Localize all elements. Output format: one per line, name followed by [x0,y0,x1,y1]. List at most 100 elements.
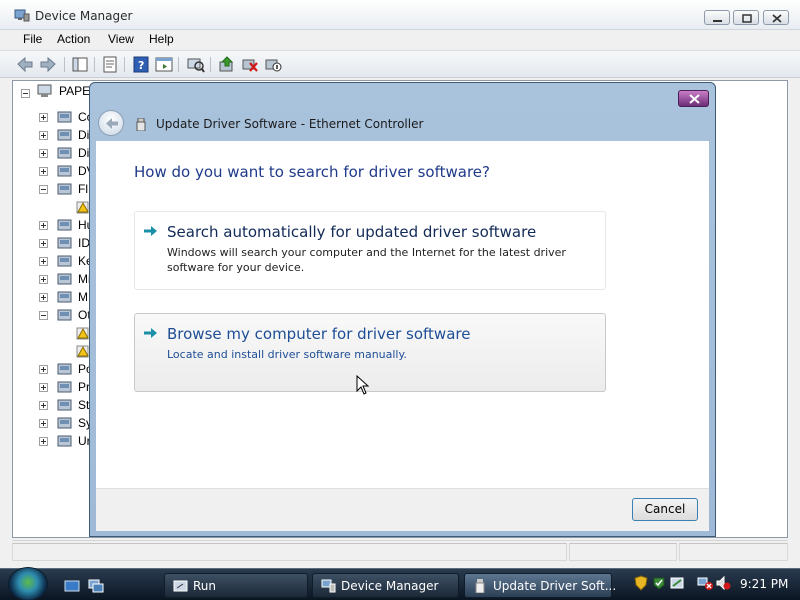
tree-expander[interactable] [39,167,48,176]
shield-icon[interactable] [633,575,649,591]
dialog-footer: Cancel [96,488,709,531]
properties-icon[interactable] [101,56,119,73]
tree-item-label[interactable]: Fl [78,182,88,196]
tree-item-label[interactable]: Di [78,146,89,160]
menu-bar: File Action View Help [0,30,800,50]
show-hide-tree-icon[interactable] [71,56,89,73]
restore-icon [742,14,752,23]
security-center-icon[interactable] [651,575,667,591]
keyboard-icon [57,255,72,267]
dvd-drive-icon [57,165,72,177]
tree-item-label[interactable]: M [78,290,88,304]
browse-computer-option[interactable]: Browse my computer for driver software L… [134,313,606,392]
update-driver-icon[interactable] [218,56,236,73]
window-title: Device Manager [35,9,133,23]
toolbar-separator [94,57,95,72]
tree-expander[interactable] [39,437,48,446]
floppy-controller-icon [57,183,72,195]
forward-arrow-icon[interactable] [39,56,57,73]
usb-device-icon [136,118,146,131]
arrow-right-icon [144,328,157,338]
dialog-close-button[interactable] [678,90,709,107]
tree-expander[interactable] [39,131,48,140]
other-devices-icon [57,309,72,321]
tree-expander[interactable] [39,419,48,428]
tree-expander[interactable] [39,401,48,410]
minimize-button[interactable] [704,10,730,25]
tree-item-label[interactable]: Di [78,128,89,142]
ports-icon [57,363,72,375]
hid-icon [57,219,72,231]
dialog-title: Update Driver Software - Ethernet Contro… [156,117,424,131]
search-automatically-option[interactable]: Search automatically for updated driver … [134,211,606,290]
taskbar-button-run[interactable]: Run [164,573,308,598]
status-cell [679,543,788,561]
toolbar-separator [124,57,125,72]
close-icon [689,94,700,104]
device-manager-icon [321,579,336,593]
arrow-right-icon [144,226,157,236]
tree-expander[interactable] [39,275,48,284]
show-desktop-icon[interactable] [64,579,80,593]
device-manager-icon [14,9,30,22]
close-icon [772,14,782,23]
run-icon [173,580,188,592]
taskbar-button-update-driver[interactable]: Update Driver Soft... [464,573,616,598]
action-pane-icon[interactable] [155,56,173,73]
monitor-icon [57,291,72,303]
disable-device-icon[interactable] [264,56,282,73]
processor-icon [57,381,72,393]
status-cell [12,543,567,561]
root-expander[interactable] [21,89,30,98]
help-icon[interactable]: ? [132,56,150,73]
option-description: Windows will search your computer and th… [167,246,566,274]
option-title: Browse my computer for driver software [167,325,471,343]
menu-help[interactable]: Help [149,32,174,46]
maximize-button[interactable] [733,10,759,25]
network-disconnected-icon[interactable] [697,575,713,591]
tree-expander[interactable] [39,185,48,194]
taskbar-button-label: Run [193,579,217,593]
option-description: Locate and install driver software manua… [167,348,407,361]
toolbar-separator [64,57,65,72]
mouse-icon [57,273,72,285]
back-button[interactable] [98,110,124,136]
menu-file[interactable]: File [23,32,42,46]
start-button[interactable] [8,567,48,600]
taskbar-button-device-manager[interactable]: Device Manager [312,573,459,598]
tree-expander[interactable] [39,383,48,392]
scan-hardware-icon[interactable] [187,56,205,73]
cancel-button[interactable]: Cancel [632,498,698,521]
tree-expander[interactable] [39,149,48,158]
volume-muted-icon[interactable] [715,575,731,591]
tree-item-label[interactable]: St [78,398,89,412]
menu-view[interactable]: View [108,32,134,46]
dialog-body: How do you want to search for driver sof… [96,141,709,488]
tree-expander[interactable] [39,293,48,302]
switch-windows-icon[interactable] [88,579,104,593]
toolbar-separator [178,57,179,72]
display-adapter-icon [57,147,72,159]
toolbar: ? [0,50,800,78]
device-install-icon[interactable] [669,575,685,591]
option-title: Search automatically for updated driver … [167,223,537,241]
tree-expander[interactable] [39,239,48,248]
minimize-icon [713,20,722,22]
ide-controller-icon [57,237,72,249]
update-driver-dialog: Update Driver Software - Ethernet Contro… [89,82,716,537]
tree-expander[interactable] [39,221,48,230]
tree-expander[interactable] [39,257,48,266]
tree-expander[interactable] [39,311,48,320]
title-bar: Device Manager [0,0,800,30]
menu-action[interactable]: Action [57,32,90,46]
usb-icon [57,435,72,447]
uninstall-icon[interactable] [241,56,259,73]
taskbar-button-label: Update Driver Soft... [493,579,617,593]
tree-expander[interactable] [39,365,48,374]
tree-expander[interactable] [39,113,48,122]
clock[interactable]: 9:21 PM [740,577,788,591]
computer-icon [37,84,52,97]
close-button[interactable] [763,10,789,25]
toolbar-separator [210,57,211,72]
back-arrow-icon[interactable] [16,56,34,73]
